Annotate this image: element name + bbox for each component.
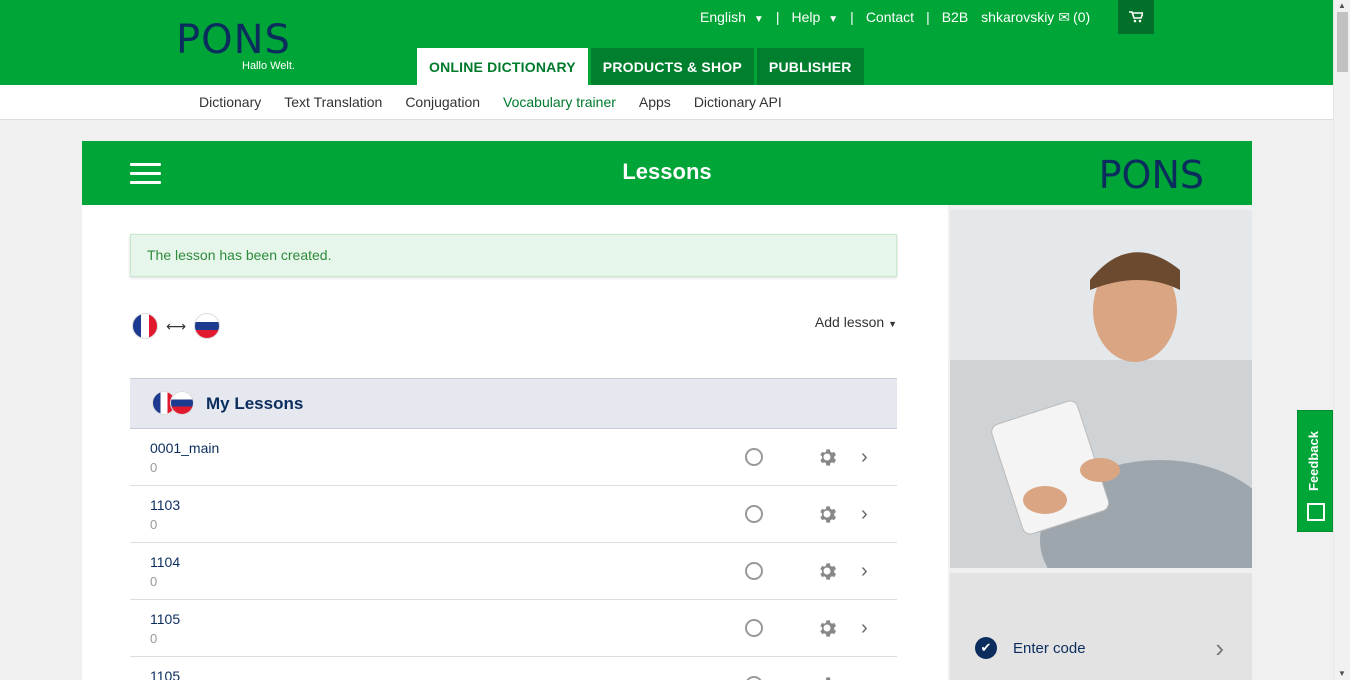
chevron-down-icon: ▼ <box>753 14 764 25</box>
logo-text: PONS <box>176 17 291 63</box>
gear-icon[interactable] <box>817 618 837 638</box>
lesson-count: 0 <box>150 631 158 646</box>
chevron-right-icon[interactable]: › <box>861 674 868 680</box>
lesson-count: 0 <box>150 574 158 589</box>
scroll-down-arrow-icon[interactable]: ▼ <box>1338 669 1346 678</box>
chevron-down-icon: ▼ <box>828 14 839 25</box>
feedback-tab[interactable]: Feedback <box>1297 410 1333 532</box>
scrollbar-thumb[interactable] <box>1337 12 1348 72</box>
language-label: English <box>700 9 746 25</box>
caret-down-icon: ▼ <box>888 319 897 329</box>
add-lesson-dropdown[interactable]: Add lesson ▼ <box>815 314 897 330</box>
subnav-apps[interactable]: Apps <box>639 94 671 110</box>
lesson-row[interactable]: 1104 0 › <box>130 543 897 600</box>
page-title: Lessons <box>622 159 712 184</box>
help-menu[interactable]: Help ▼ <box>791 9 838 25</box>
lesson-name[interactable]: 1103 <box>150 497 180 513</box>
logo-tagline: Hallo Welt. <box>242 60 295 72</box>
pons-logo[interactable]: PONS Hallo Welt. <box>176 20 306 76</box>
select-radio[interactable] <box>745 562 763 580</box>
list-title: My Lessons <box>206 393 304 413</box>
gear-icon[interactable] <box>817 561 837 581</box>
lessons-content: The lesson has been created. ⟷ Add lesso… <box>82 205 948 680</box>
subnav-dictionary-api[interactable]: Dictionary API <box>694 94 782 110</box>
subnav-vocabulary-trainer[interactable]: Vocabulary trainer <box>503 94 616 110</box>
sub-nav: Dictionary Text Translation Conjugation … <box>0 85 1333 120</box>
russia-flag-icon <box>194 313 221 339</box>
enter-code-link[interactable]: ✔ Enter code <box>975 637 1086 659</box>
enter-code-panel: ✔ Enter code › <box>950 573 1252 680</box>
add-lesson-label: Add lesson <box>814 314 885 330</box>
gear-icon[interactable] <box>817 504 837 524</box>
tab-products-shop[interactable]: PRODUCTS & SHOP <box>590 48 754 85</box>
chevron-right-icon[interactable]: › <box>1215 633 1224 664</box>
select-radio[interactable] <box>745 505 763 523</box>
pons-logo-small[interactable]: PONS <box>1099 153 1204 197</box>
subnav-conjugation[interactable]: Conjugation <box>405 94 480 110</box>
lesson-name[interactable]: 1105 <box>150 611 180 627</box>
page-scrollbar[interactable]: ▲ ▼ <box>1333 0 1350 680</box>
language-pair-selector[interactable]: ⟷ <box>132 313 221 339</box>
chevron-right-icon[interactable]: › <box>861 446 868 469</box>
help-label: Help <box>791 9 821 25</box>
lesson-count: 0 <box>150 460 158 475</box>
subnav-dictionary[interactable]: Dictionary <box>199 94 261 110</box>
gear-icon[interactable] <box>817 447 837 467</box>
lesson-name[interactable]: 1104 <box>150 554 180 570</box>
checkmark-badge-icon: ✔ <box>975 637 997 659</box>
scroll-up-arrow-icon[interactable]: ▲ <box>1338 1 1346 10</box>
language-selector[interactable]: English ▼ <box>700 9 764 25</box>
russia-flag-icon <box>170 390 194 415</box>
lesson-row[interactable]: 1103 0 › <box>130 486 897 543</box>
tab-online-dictionary[interactable]: ONLINE DICTIONARY <box>417 48 588 85</box>
success-alert: The lesson has been created. <box>130 234 897 277</box>
enter-code-label: Enter code <box>1013 639 1086 657</box>
lesson-count: 0 <box>150 517 158 532</box>
language-pair-icon <box>152 390 196 417</box>
promo-image <box>950 210 1252 568</box>
lessons-header-bar: Lessons PONS <box>82 141 1252 205</box>
lesson-row[interactable]: 1105 0 › <box>130 600 897 657</box>
feedback-chart-icon <box>1307 503 1325 521</box>
chevron-right-icon[interactable]: › <box>861 560 868 583</box>
france-flag-icon <box>132 313 158 339</box>
cart-icon <box>1129 11 1143 23</box>
chevron-right-icon[interactable]: › <box>861 503 868 526</box>
lesson-name[interactable]: 1105 <box>150 668 180 680</box>
lesson-row[interactable]: 1105 › <box>130 657 897 680</box>
man-with-tablet-illustration <box>950 210 1252 568</box>
select-radio[interactable] <box>745 676 763 680</box>
envelope-icon[interactable]: ✉ <box>1058 9 1070 26</box>
select-radio[interactable] <box>745 619 763 637</box>
divider: | <box>850 9 854 25</box>
lesson-name[interactable]: 0001_main <box>150 440 219 456</box>
chevron-right-icon[interactable]: › <box>861 617 868 640</box>
select-radio[interactable] <box>745 448 763 466</box>
username-link[interactable]: shkarovskiy <box>981 9 1054 25</box>
divider: | <box>926 9 930 25</box>
feedback-label: Feedback <box>1306 431 1321 491</box>
contact-link[interactable]: Contact <box>866 9 914 25</box>
tab-publisher[interactable]: PUBLISHER <box>756 48 864 85</box>
divider: | <box>775 9 780 25</box>
main-tabs: ONLINE DICTIONARY PRODUCTS & SHOP PUBLIS… <box>417 48 867 85</box>
top-header: PONS Hallo Welt. English ▼ | Help ▼ | Cont… <box>0 0 1333 85</box>
lesson-row[interactable]: 0001_main 0 › <box>130 429 897 486</box>
lessons-list-header[interactable]: My Lessons <box>130 378 897 429</box>
utility-nav: English ▼ | Help ▼ | Contact | B2B shkarov… <box>700 0 1090 34</box>
b2b-link[interactable]: B2B <box>942 9 968 25</box>
bidirectional-arrow-icon: ⟷ <box>166 317 187 334</box>
cart-button[interactable] <box>1118 0 1154 34</box>
subnav-text-translation[interactable]: Text Translation <box>284 94 382 110</box>
messages-count[interactable]: (0) <box>1073 9 1090 25</box>
gear-icon[interactable] <box>817 675 837 680</box>
lessons-list: My Lessons 0001_main 0 › 1103 0 › 1104 0… <box>130 378 897 680</box>
